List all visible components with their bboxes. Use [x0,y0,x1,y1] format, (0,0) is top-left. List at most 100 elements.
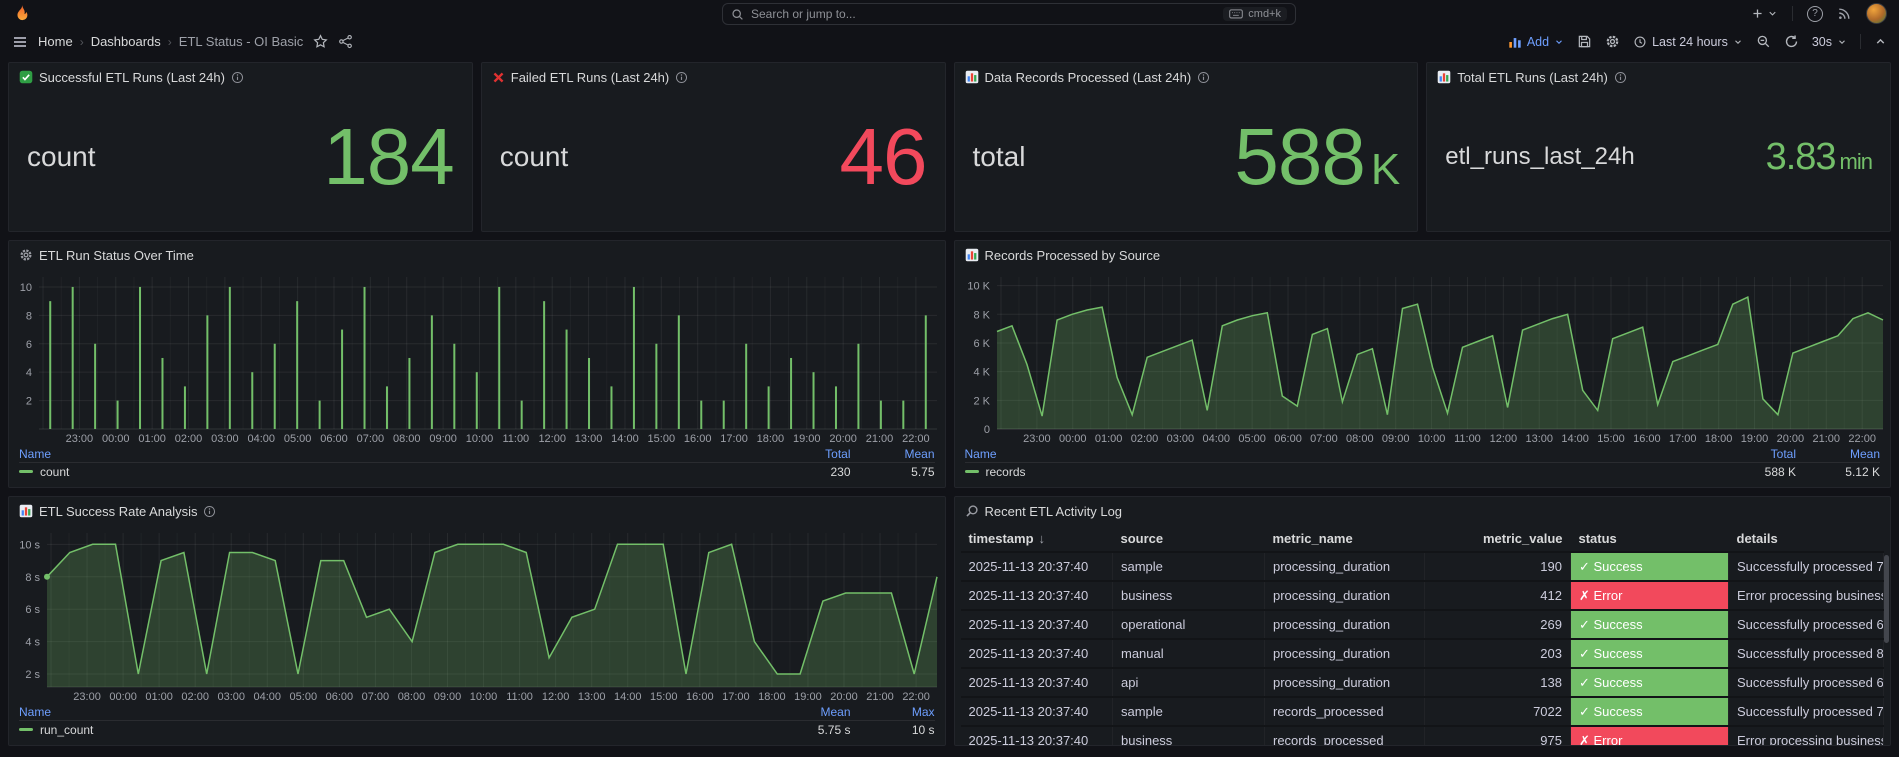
column-header-details[interactable]: details [1728,525,1884,553]
column-header-source[interactable]: source [1112,525,1265,553]
legend-total-header[interactable]: Total [767,447,850,461]
svg-text:23:00: 23:00 [66,433,94,445]
favorite-star-icon[interactable] [313,34,328,49]
info-icon[interactable] [203,505,216,518]
cell-metric-name: records_processed [1264,697,1425,727]
panel-title[interactable]: Successful ETL Runs (Last 24h) [39,70,225,85]
legend-max-header[interactable]: Max [851,705,935,719]
legend-mean-header[interactable]: Mean [851,447,934,461]
table-row: 2025-11-13 20:37:40 sample processing_dura… [960,552,1884,582]
svg-text:13:00: 13:00 [575,433,603,445]
panel-title[interactable]: Total ETL Runs (Last 24h) [1457,70,1608,85]
cell-details: Error processing business:... [1728,581,1884,611]
breadcrumb-separator: › [79,34,84,49]
search-input[interactable]: Search or jump to... cmd+k [722,3,1296,25]
column-header-timestamp[interactable]: timestamp ↓ [960,525,1113,553]
panel-title[interactable]: Recent ETL Activity Log [985,504,1123,519]
svg-text:10:00: 10:00 [466,433,494,445]
table-row: 2025-11-13 20:37:40 operational processing… [960,610,1884,640]
help-icon[interactable]: ? [1807,5,1823,22]
panel-title[interactable]: ETL Run Status Over Time [39,248,194,263]
legend-name-header[interactable]: Name [19,447,767,461]
svg-text:2 s: 2 s [25,669,40,681]
legend-mean-value: 5.75 [911,464,935,479]
column-header-status[interactable]: status [1570,525,1729,553]
breadcrumb-dashboards[interactable]: Dashboards [91,34,161,49]
legend-mean-header[interactable]: Mean [767,705,850,719]
svg-text:22:00: 22:00 [1848,433,1876,445]
cell-timestamp: 2025-11-13 20:37:40 [960,581,1113,611]
status-badge: ✗ Error [1571,727,1728,745]
search-placeholder: Search or jump to... [751,7,856,21]
info-icon[interactable] [1197,71,1210,84]
grafana-flame-icon [17,4,28,20]
svg-text:01:00: 01:00 [138,433,166,445]
svg-text:19:00: 19:00 [793,433,821,445]
add-button[interactable]: Add [1508,35,1564,49]
panel-title[interactable]: ETL Success Rate Analysis [39,504,197,519]
settings-gear-icon[interactable] [1605,34,1620,49]
cell-source: business [1112,726,1265,745]
share-icon[interactable] [338,34,353,49]
legend-name-header[interactable]: Name [19,705,767,719]
panel-title[interactable]: Data Records Processed (Last 24h) [985,70,1192,85]
stat-label: count [499,141,569,172]
svg-text:6 s: 6 s [25,604,40,616]
legend-series-item[interactable]: records [964,465,1713,479]
legend-total-header[interactable]: Total [1712,447,1796,461]
activity-log-table: timestamp ↓ source metric_name metric_value s… [960,525,1884,745]
svg-text:08:00: 08:00 [393,433,421,445]
svg-text:01:00: 01:00 [1094,433,1122,445]
svg-text:04:00: 04:00 [1202,433,1230,445]
chart-plot-area[interactable]: 23:00 00:00 01:00 02:00 03:00 04:00 05:00 06:00… [955,269,1891,445]
svg-text:10: 10 [20,282,32,294]
stat-unit: min [1839,149,1873,174]
table-row: 2025-11-13 20:37:40 sample records_process… [960,697,1884,727]
cell-details: Error processing business:... [1728,726,1884,745]
svg-text:12:00: 12:00 [1489,433,1517,445]
svg-text:12:00: 12:00 [542,691,570,703]
stat-label: etl_runs_last_24h [1445,143,1635,170]
user-avatar[interactable] [1866,3,1887,24]
legend-mean-header[interactable]: Mean [1796,447,1880,461]
svg-text:8: 8 [26,310,32,322]
save-dashboard-icon[interactable] [1577,34,1592,49]
menu-toggle-icon[interactable] [12,34,28,50]
svg-text:03:00: 03:00 [217,691,245,703]
svg-text:09:00: 09:00 [434,691,462,703]
table-row: 2025-11-13 20:37:40 manual processing_dura… [960,639,1884,669]
info-icon[interactable] [1614,71,1627,84]
column-header-metric_value[interactable]: metric_value [1424,525,1571,553]
refresh-interval-picker[interactable]: 30s [1812,35,1847,49]
column-header-metric_name[interactable]: metric_name [1264,525,1425,553]
grafana-logo[interactable] [12,4,32,24]
panel-title[interactable]: Failed ETL Runs (Last 24h) [511,70,669,85]
table-scrollbar[interactable] [1884,555,1889,643]
cell-metric-value: 190 [1424,552,1571,582]
chart-plot-area[interactable]: 23:00 00:00 01:00 02:00 03:00 04:00 05:00 06:00… [9,269,945,445]
legend-series-item[interactable]: count [19,465,767,479]
legend-name-header[interactable]: Name [965,447,1713,461]
svg-text:18:00: 18:00 [1704,433,1732,445]
stat-panel-successful-runs: Successful ETL Runs (Last 24h) count 184 [8,62,473,232]
new-button[interactable] [1751,7,1778,20]
svg-text:4 s: 4 s [25,637,40,649]
zoom-out-icon[interactable] [1756,34,1771,49]
refresh-icon[interactable] [1784,34,1799,49]
legend-series-item[interactable]: run_count [19,723,767,737]
news-rss-icon[interactable] [1837,6,1852,21]
panel-title[interactable]: Records Processed by Source [985,248,1161,263]
svg-text:20:00: 20:00 [1776,433,1804,445]
svg-text:21:00: 21:00 [866,433,894,445]
cell-status: ✓ Success [1570,668,1729,698]
svg-text:16:00: 16:00 [1633,433,1661,445]
info-icon[interactable] [231,71,244,84]
chart-plot-area[interactable]: 23:00 00:00 01:00 02:00 03:00 04:00 05:00 06:00… [9,525,945,703]
breadcrumb-home[interactable]: Home [38,34,73,49]
top-navigation-bar: Search or jump to... cmd+k ? [0,0,1899,27]
svg-text:11:00: 11:00 [502,433,529,445]
time-range-picker[interactable]: Last 24 hours [1633,35,1743,49]
collapse-chevron-up-icon[interactable] [1874,35,1887,48]
svg-text:15:00: 15:00 [648,433,676,445]
info-icon[interactable] [675,71,688,84]
